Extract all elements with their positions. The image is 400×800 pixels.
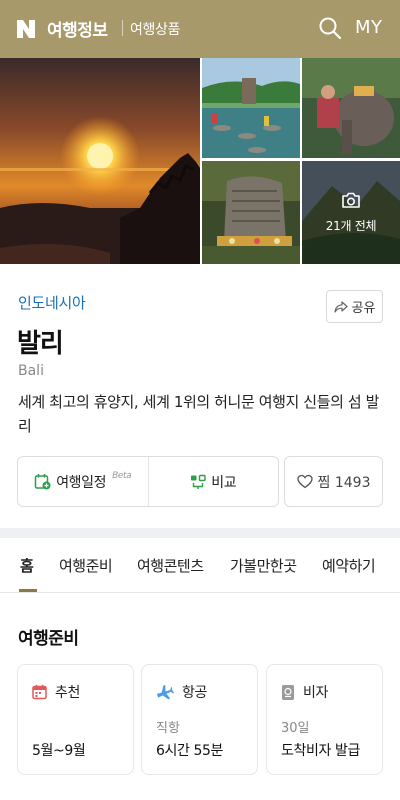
calendar-plus-icon [34,474,51,490]
top-header: 여행정보 여행상품 MY [0,0,400,58]
photo-count-label: 21개 전체 [325,219,377,233]
share-button[interactable]: 공유 [326,290,383,323]
destination-english-name: Bali [18,363,44,379]
passport-icon [282,684,294,700]
destination-title: 발리 [17,329,64,359]
action-button-group: 여행일정 Beta 비교 [17,456,279,507]
brand-title[interactable]: 여행정보 [47,16,108,41]
prep-card-recommended[interactable]: 추천 5월~9월 [17,664,134,775]
card-sub: 직항 [156,721,180,736]
search-icon[interactable] [318,16,342,40]
card-label: 항공 [182,685,207,701]
tab-booking[interactable]: 예약하기 [322,555,376,576]
itinerary-label: 여행일정 [56,474,107,491]
section-divider [0,528,400,538]
prep-card-flight[interactable]: 항공 직항 6시간 55분 [141,664,258,775]
tab-travel-prep[interactable]: 여행준비 [59,555,113,576]
prep-card-visa[interactable]: 비자 30일 도착비자 발급 [266,664,383,775]
camera-icon [342,192,360,208]
tab-home[interactable]: 홈 [20,555,34,576]
card-value: 5월~9월 [32,743,86,759]
itinerary-button[interactable]: 여행일정 Beta [18,457,148,506]
active-tab-indicator [19,589,37,592]
photo-gallery: 21개 전체 [0,58,400,264]
gallery-photo-elephant[interactable] [302,58,400,158]
card-header: 항공 [156,682,207,702]
gallery-photo-stone-offering[interactable] [202,161,300,264]
country-link[interactable]: 인도네시아 [18,292,86,313]
tab-places-to-visit[interactable]: 가볼만한곳 [230,555,297,576]
heart-icon [296,474,313,489]
card-sub: 30일 [281,721,310,736]
card-value: 도착비자 발급 [281,743,360,759]
beta-badge: Beta [112,470,132,481]
compare-label: 비교 [211,474,237,491]
travel-products-link[interactable]: 여행상품 [130,19,180,39]
header-divider [122,20,123,36]
card-label: 비자 [303,685,328,701]
main-photo[interactable] [0,58,200,264]
like-count-label: 찜 1493 [317,474,371,491]
compare-button[interactable]: 비교 [147,457,279,506]
card-value: 6시간 55분 [156,743,224,759]
share-label: 공유 [351,301,376,316]
calendar-icon [32,684,47,700]
travel-prep-title: 여행준비 [18,629,79,649]
card-header: 비자 [281,682,328,702]
tab-bar: 홈 여행준비 여행콘텐츠 가볼만한곳 예약하기 [0,538,400,593]
view-all-photos-button[interactable]: 21개 전체 [302,161,400,264]
airplane-icon [156,684,174,700]
destination-description: 세계 최고의 휴양지, 세계 1위의 허니문 여행지 신들의 섬 발리 [18,393,380,435]
tab-travel-content[interactable]: 여행콘텐츠 [137,555,204,576]
like-button[interactable]: 찜 1493 [284,456,383,507]
card-label: 추천 [55,685,80,701]
compare-icon [191,474,206,489]
share-icon [333,300,348,313]
naver-n-icon[interactable] [15,18,37,40]
my-button[interactable]: MY [355,17,383,38]
gallery-photo-water-temple[interactable] [202,58,300,158]
photo-count-overlay: 21개 전체 [302,161,400,264]
card-header: 추천 [32,682,80,702]
